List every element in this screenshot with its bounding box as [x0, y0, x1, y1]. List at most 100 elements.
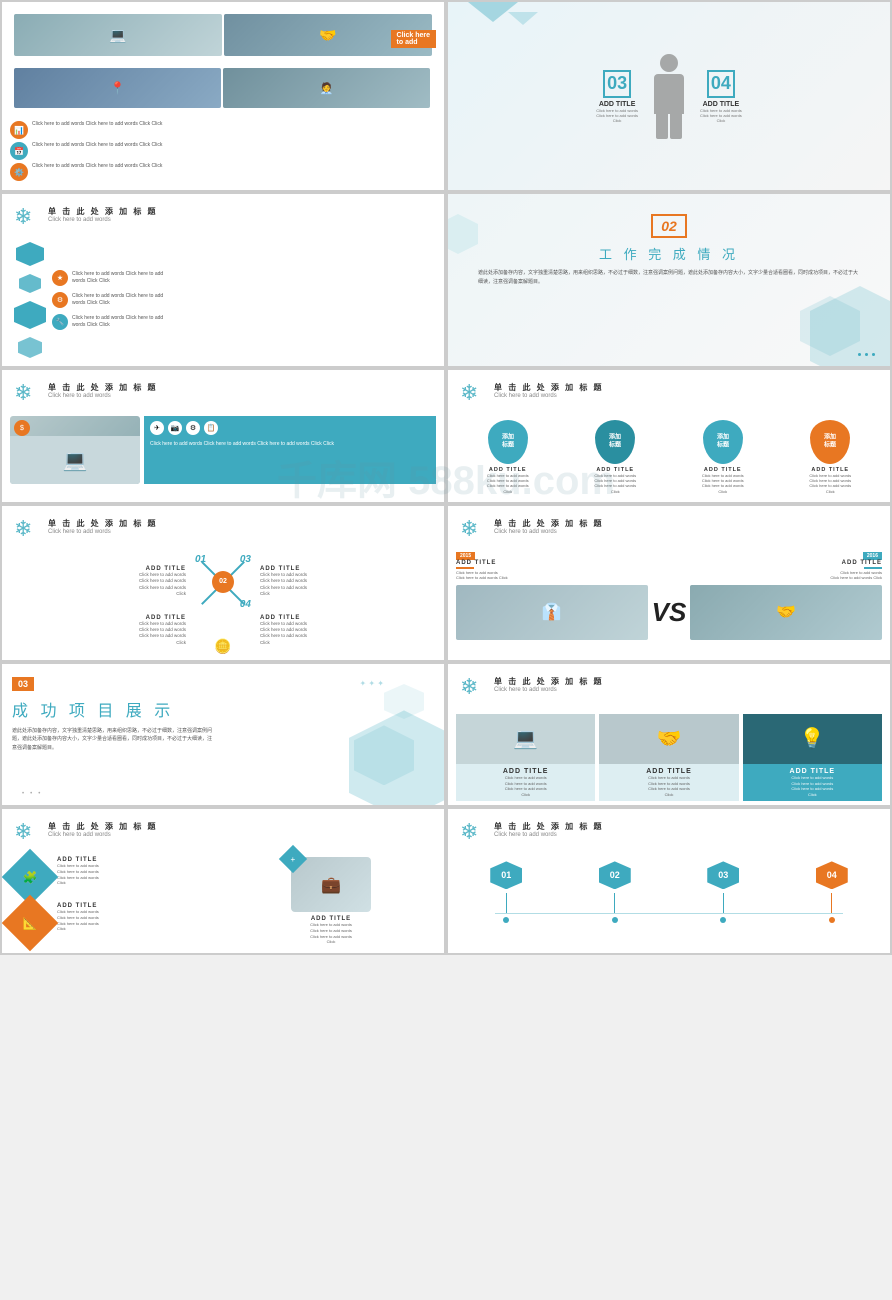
- vs-right-header: 2016 ADD TITLE Click here to add wordsCl…: [673, 552, 882, 581]
- slide12-header: ❄ 单 击 此 处 添 加 标 题 Click here to add word…: [452, 813, 886, 853]
- puzz-sub-1: Click here to add wordsClick here to add…: [57, 863, 99, 885]
- drops-row: 添加标题 ADD TITLE Click here to add wordsCl…: [456, 420, 882, 494]
- hex-line-3: [723, 893, 724, 913]
- year-right: 2016: [863, 552, 882, 560]
- slide-11: ❄ 单 击 此 处 添 加 标 题 Click here to add word…: [2, 809, 444, 952]
- add-title-04: ADD TITLE: [700, 101, 742, 108]
- vs-right-title: ADD TITLE: [842, 560, 882, 566]
- hex-2: 02: [599, 861, 631, 889]
- puzz-sub-2: Click here to add wordsClick here to add…: [57, 909, 99, 931]
- diamond-2: 📐: [2, 895, 58, 952]
- drop-shape-1: 添加标题: [488, 420, 528, 464]
- hex-4: 04: [816, 861, 848, 889]
- puzz-sub-3: Click here to add wordsClick here to add…: [226, 922, 436, 944]
- vs-img-right: 🤝: [690, 585, 882, 640]
- icon-btn-1[interactable]: ✈: [150, 421, 164, 435]
- slide9-content: 03 成 功 项 目 展 示 遮此处添加备存内容，文字独重清楚思路，用来组织思路…: [12, 674, 434, 753]
- slide1-text3: Click here to add words Click here to ad…: [32, 163, 162, 170]
- slide7-subtitle-en: Click here to add words: [48, 529, 158, 535]
- photo-card-2-text: ADD TITLE Click here to add wordsClick h…: [599, 764, 738, 801]
- photo-sub-3: Click here to add wordsClick here to add…: [747, 775, 878, 797]
- drop-shape-2: 添加标题: [595, 420, 635, 464]
- slide-9: ✦ ✦ ✦ 03 成 功 项 目 展 示 遮此处添加备存内容，文字独重清楚思路，…: [2, 664, 444, 805]
- photo-sub-1: Click here to add wordsClick here to add…: [460, 775, 591, 797]
- teal-text-box: ✈ 📷 ⚙ 📋 Click here to add words Click he…: [144, 416, 436, 484]
- slide5-content: 💻 $ ✈ 📷 ⚙ 📋 Click here to add words Clic…: [6, 414, 440, 486]
- drop-text-4: 添加标题: [824, 434, 836, 450]
- icon-strip: ✈ 📷 ⚙ 📋: [150, 421, 430, 435]
- cross-text-3: Click here to add wordsClick here to add…: [260, 572, 436, 597]
- slide1-text1: Click here to add words Click here to ad…: [32, 121, 162, 128]
- person-icon: [654, 54, 684, 139]
- slide1-image3: 📍: [14, 68, 221, 108]
- photo-title-2: ADD TITLE: [603, 768, 734, 775]
- slide7-header: ❄ 单 击 此 处 添 加 标 题 Click here to add word…: [6, 510, 440, 550]
- slide11-subtitle-en: Click here to add words: [48, 832, 158, 838]
- hex-4: [18, 337, 42, 358]
- drop-text-3: 添加标题: [717, 434, 729, 450]
- cross-text-2: Click here to add wordsClick here to add…: [10, 621, 186, 646]
- icon-btn-2[interactable]: 📷: [168, 421, 182, 435]
- vs-titles-row: 2015 ADD TITLE Click here to add wordsCl…: [456, 552, 882, 581]
- add-title-03: ADD TITLE: [596, 101, 638, 108]
- photo-cards: 💻 ADD TITLE Click here to add wordsClick…: [452, 714, 886, 801]
- puzzle-item-2: 📐 ADD TITLE Click here to add wordsClick…: [10, 903, 220, 943]
- vs-left-title: ADD TITLE: [456, 560, 496, 566]
- drop-sub-4: Click here to add wordsClick here to add…: [809, 473, 851, 494]
- slide-2: 03 ADD TITLE Click here to add wordsClic…: [448, 2, 890, 190]
- hex-1: 01: [490, 861, 522, 889]
- slide1-image4: 🧑‍💼: [223, 68, 430, 108]
- tri-deco2: [508, 12, 538, 25]
- slide11-header: ❄ 单 击 此 处 添 加 标 题 Click here to add word…: [6, 813, 440, 853]
- slide-3: ❄ 单 击 此 处 添 加 标 题 Click here to add word…: [2, 194, 444, 366]
- drop-sub-1: Click here to add wordsClick here to add…: [487, 473, 529, 494]
- drop-sub-2: Click here to add wordsClick here to add…: [594, 473, 636, 494]
- hex-2: [19, 274, 41, 293]
- drop-text-1: 添加标题: [502, 434, 514, 450]
- hex-line-1: [506, 893, 507, 913]
- slide-4: 02 工 作 完 成 情 况 遮此处添加备存内容，文字独重清楚思路，用来组织思路…: [448, 194, 890, 366]
- add-title-03-text: Click here to add wordsClick here to add…: [596, 108, 638, 123]
- photo-img-2: 🤝: [599, 714, 738, 764]
- cross-text-4: Click here to add wordsClick here to add…: [260, 621, 436, 646]
- slide4-title: 工 作 完 成 情 况: [468, 244, 870, 263]
- snowflake-icon-7: ❄: [14, 518, 42, 546]
- photo-card-2: 🤝 ADD TITLE Click here to add wordsClick…: [599, 714, 738, 801]
- snowflake-icon-6: ❄: [460, 382, 488, 410]
- drop-shape-3: 添加标题: [703, 420, 743, 464]
- slide-grid: 💻 🤝 📍: [0, 0, 892, 955]
- hex-text2: Click here to add words Click here to ad…: [72, 293, 163, 307]
- vs-left-line: [456, 567, 474, 569]
- slide8-subtitle-en: Click here to add words: [494, 529, 604, 535]
- icon-star: ★: [52, 270, 68, 286]
- hex-line-4: [831, 893, 832, 913]
- drop-4: 添加标题 ADD TITLE Click here to add wordsCl…: [779, 420, 883, 494]
- puzzle-text-2: ADD TITLE Click here to add wordsClick h…: [53, 903, 99, 931]
- slide11-title-cn: 单 击 此 处 添 加 标 题: [48, 821, 158, 832]
- add-title-04-text: Click here to add wordsClick here to add…: [700, 108, 742, 123]
- puzzle-item-1: 🧩 ADD TITLE Click here to add wordsClick…: [10, 857, 220, 897]
- snowflake-icon-12: ❄: [460, 821, 488, 849]
- slide-12: ❄ 单 击 此 处 添 加 标 题 Click here to add word…: [448, 809, 890, 952]
- slide10-subtitle-en: Click here to add words: [494, 687, 604, 693]
- cross-layout: ADD TITLE Click here to add wordsClick h…: [6, 550, 440, 648]
- slide6-subtitle-en: Click here to add words: [494, 393, 604, 399]
- laptop-area: 💻 $: [10, 416, 140, 484]
- photo-img-1: 💻: [456, 714, 595, 764]
- slide8-header: ❄ 单 击 此 处 添 加 标 题 Click here to add word…: [452, 510, 886, 550]
- icon-gear: ⚙️: [10, 163, 28, 181]
- stat-04: 04 ADD TITLE Click here to add wordsClic…: [700, 70, 742, 123]
- snowflake-icon-3: ❄: [14, 206, 42, 234]
- icon-btn-3[interactable]: ⚙: [186, 421, 200, 435]
- icon-btn-4[interactable]: 📋: [204, 421, 218, 435]
- slide6-title-cn: 单 击 此 处 添 加 标 题: [494, 382, 604, 393]
- num-03: 03: [603, 70, 631, 98]
- slide5-text: Click here to add words Click here to ad…: [150, 440, 430, 448]
- slide-7: ❄ 单 击 此 处 添 加 标 题 Click here to add word…: [2, 506, 444, 660]
- slide1-text2: Click here to add words Click here to ad…: [32, 142, 162, 149]
- slide9-text: 遮此处添加备存内容，文字独重清楚思路，用来组织思路，不必过于细数，注意强调案例问…: [12, 727, 212, 753]
- hex-dot-1: [503, 917, 509, 923]
- bottom-stars-9: •••: [22, 791, 40, 797]
- slide10-header: ❄ 单 击 此 处 添 加 标 题 Click here to add word…: [452, 668, 886, 708]
- hex-dot-4: [829, 917, 835, 923]
